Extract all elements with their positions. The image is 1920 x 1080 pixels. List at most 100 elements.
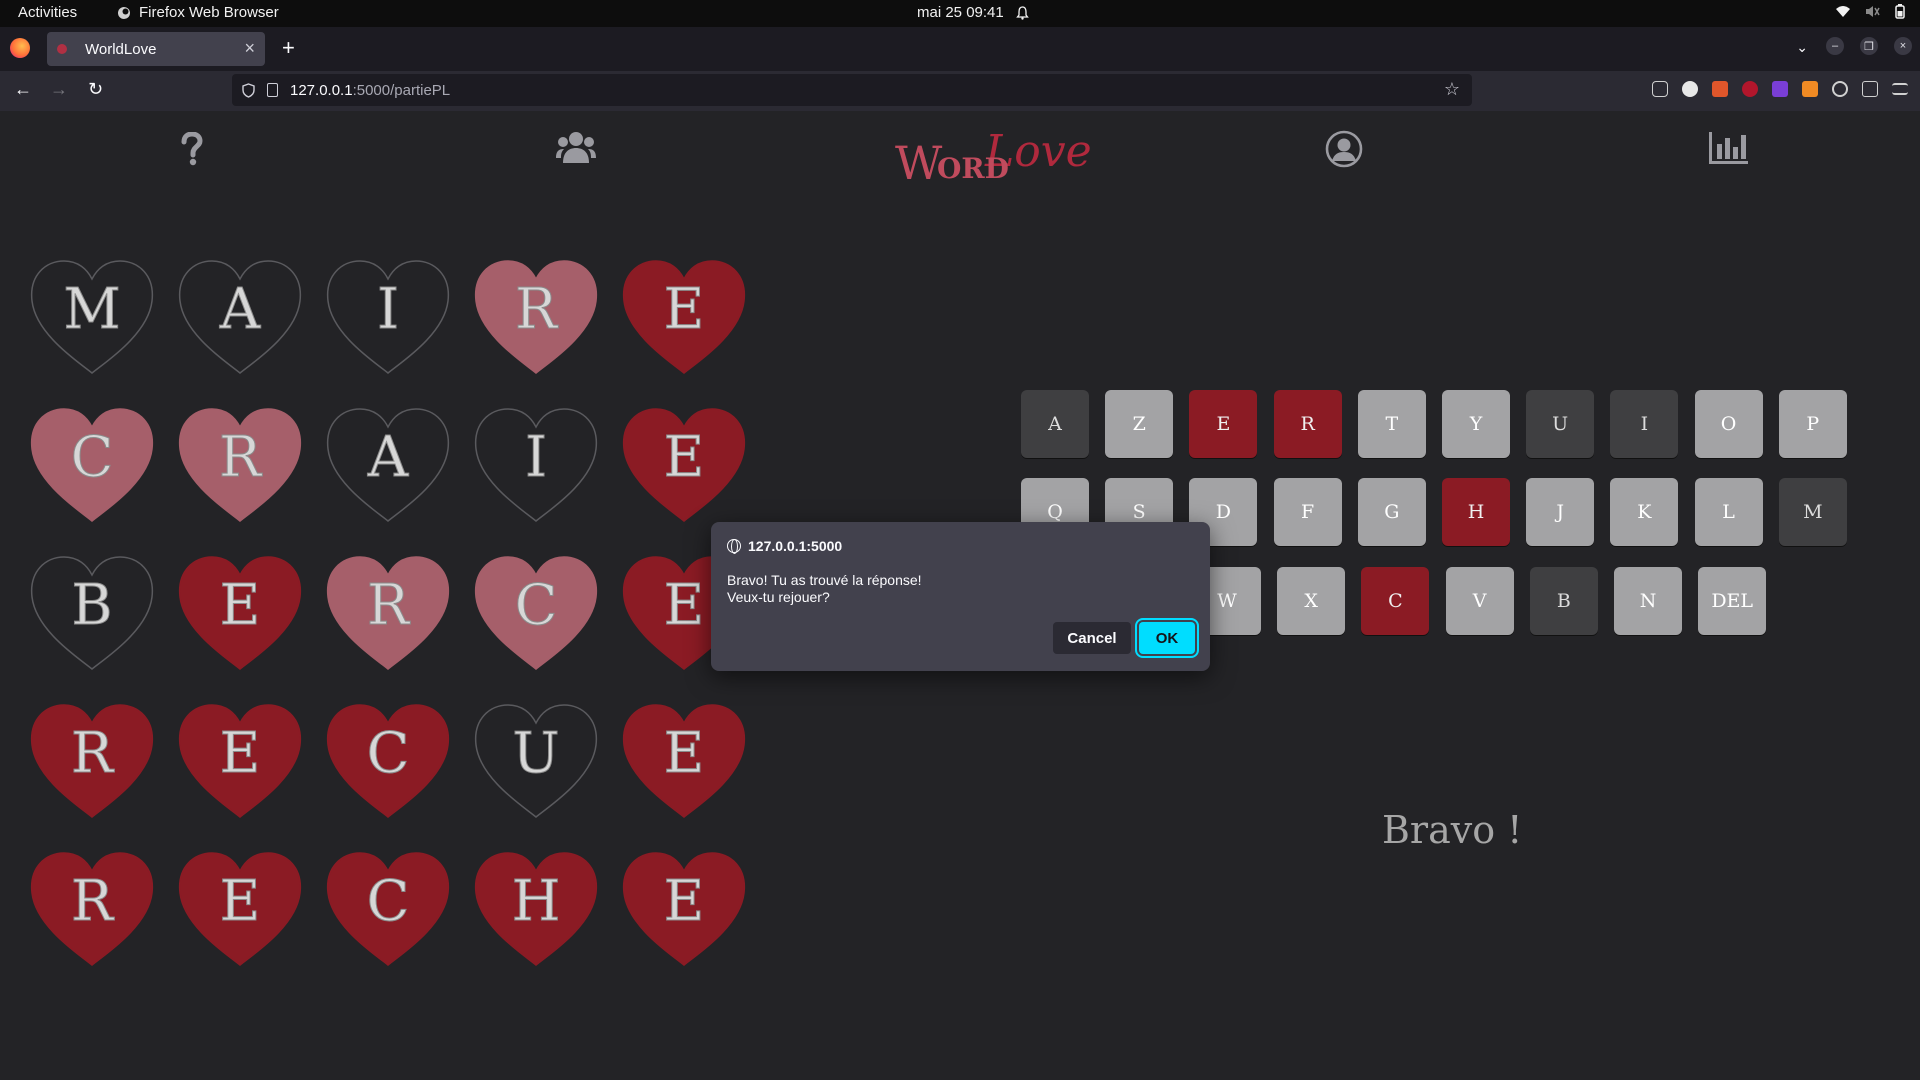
key-k[interactable]: K [1610,478,1679,546]
heart-tile: U [472,699,600,827]
heart-tile: E [176,847,304,975]
logo-w: W [895,136,943,190]
key-u[interactable]: U [1526,390,1595,458]
stats-chart-icon[interactable] [1707,130,1749,165]
key-b[interactable]: B [1529,567,1598,635]
heart-letter: C [366,869,410,935]
heart-letter: E [663,721,705,787]
key-o[interactable]: O [1694,390,1763,458]
heart-letter: E [219,721,261,787]
key-f[interactable]: F [1273,478,1342,546]
key-j[interactable]: J [1526,478,1595,546]
key-t[interactable]: T [1357,390,1426,458]
heart-letter: U [512,721,560,787]
activities-button[interactable]: Activities [18,4,77,21]
heart-letter: E [663,425,705,491]
minimize-icon[interactable]: – [1826,37,1844,55]
restore-icon[interactable]: ❐ [1860,37,1878,55]
tab-close-icon[interactable]: × [244,38,255,59]
url-bar[interactable]: 127.0.0.1:5000/partiePL ☆ [232,74,1472,106]
heart-letter: I [524,425,548,491]
key-v[interactable]: V [1445,567,1514,635]
bookmark-star-icon[interactable]: ☆ [1444,79,1460,100]
volume-muted-icon [1866,6,1880,17]
tab-worldlove[interactable]: WorldLove × [47,32,265,66]
clock[interactable]: mai 25 09:41 [917,4,1029,21]
battery-icon [1895,4,1905,19]
yandex-icon[interactable] [1682,81,1698,97]
guess-grid: MAIRECRAIEBERCERECUERECHE [28,255,748,995]
favicon-icon [57,44,67,54]
heart-letter: R [70,721,114,787]
page-icon [267,83,278,97]
key-r[interactable]: R [1273,390,1342,458]
key-y[interactable]: Y [1442,390,1510,458]
new-tab-button[interactable]: + [282,35,295,61]
help-question-icon[interactable] [180,132,204,166]
forward-arrow-icon[interactable]: → [50,79,68,100]
heart-letter: I [376,277,400,343]
key-m[interactable]: M [1778,478,1847,546]
heart-tile: E [620,847,748,975]
key-l[interactable]: L [1694,478,1763,546]
extension-red-icon[interactable] [1712,81,1728,97]
window-close-icon[interactable]: × [1894,37,1912,55]
user-profile-icon[interactable] [1325,130,1363,168]
pocket-icon[interactable] [1652,81,1668,97]
grid-row: CRAIE [28,403,748,531]
ublock-icon[interactable] [1742,81,1758,97]
tab-title: WorldLove [85,40,157,58]
key-c[interactable]: C [1361,567,1430,635]
key-x[interactable]: X [1277,567,1346,635]
shield-icon[interactable] [242,82,255,98]
list-all-tabs-icon[interactable]: ⌄ [1796,39,1808,56]
browser-tab-strip: WorldLove × + ⌄ – ❐ × [0,27,1920,71]
key-del[interactable]: DEL [1698,567,1767,635]
extension-gear-icon[interactable] [1832,81,1848,97]
ok-button[interactable]: OK [1135,618,1199,658]
key-i[interactable]: I [1610,390,1679,458]
heart-letter: A [219,277,261,343]
heart-tile: R [28,847,156,975]
menu-hamburger-icon[interactable] [1892,83,1908,95]
reload-icon[interactable]: ↻ [88,79,103,100]
grid-row: BERCE [28,551,748,679]
back-arrow-icon[interactable]: ← [14,79,32,100]
key-z[interactable]: Z [1105,390,1174,458]
key-a[interactable]: A [1021,390,1089,458]
grid-row: RECHE [28,847,748,975]
system-tray[interactable] [1835,4,1906,19]
heart-tile: R [324,551,452,679]
heart-tile: H [472,847,600,975]
app-name: Firefox Web Browser [139,4,279,21]
heart-letter: E [219,573,261,639]
heart-tile: M [28,255,156,383]
heart-tile: E [620,255,748,383]
grid-row: M A I RE [28,255,748,383]
cancel-button[interactable]: Cancel [1053,622,1131,654]
heart-tile: R [472,255,600,383]
extension-purple-icon[interactable] [1772,81,1788,97]
key-n[interactable]: N [1614,567,1682,635]
wordlove-logo[interactable]: Love W ORD [893,120,1092,200]
key-p[interactable]: P [1778,390,1847,458]
grid-row: RECUE [28,699,748,827]
extensions-puzzle-icon[interactable] [1862,81,1878,97]
heart-tile: E [176,551,304,679]
metamask-icon[interactable] [1802,81,1818,97]
heart-letter: E [663,277,705,343]
bell-icon [1015,5,1029,20]
clock-text: mai 25 09:41 [917,4,1004,21]
key-e[interactable]: E [1189,390,1258,458]
firefox-view-icon[interactable] [10,38,30,58]
key-g[interactable]: G [1357,478,1426,546]
heart-letter: B [71,573,113,639]
toolbar-extensions [1652,81,1908,97]
dialog-origin: 127.0.0.1:5000 [748,538,843,554]
key-h[interactable]: H [1442,478,1510,546]
friends-users-icon[interactable] [556,130,596,164]
heart-tile: C [28,403,156,531]
wifi-icon [1836,6,1850,17]
app-menu[interactable]: Firefox Web Browser [117,4,279,21]
heart-letter: M [63,277,121,343]
